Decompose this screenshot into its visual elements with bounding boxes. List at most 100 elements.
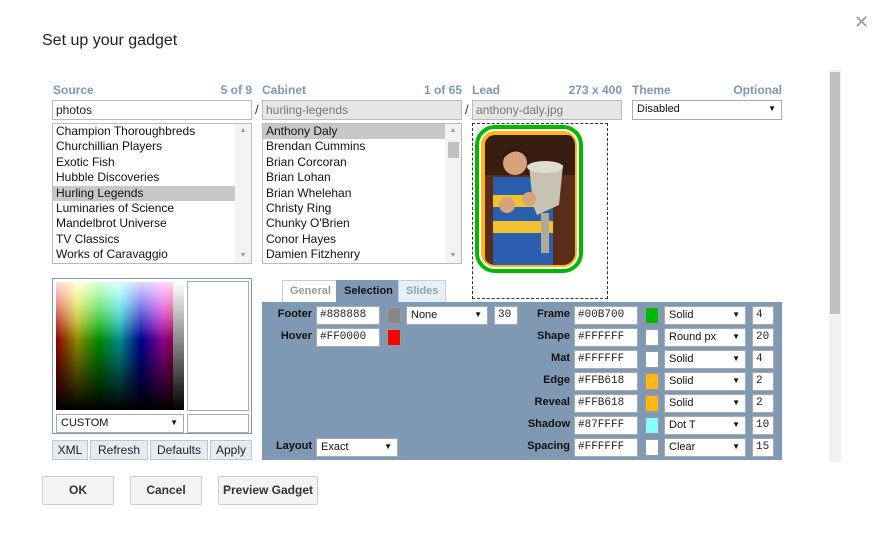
scrollbar-thumb[interactable] xyxy=(448,142,459,158)
cabinet-list-item[interactable]: Anthony Daly xyxy=(263,124,461,140)
spacing-style-select[interactable]: Clear ▼ xyxy=(664,438,746,457)
cabinet-list-item[interactable]: Damien Fitzhenry xyxy=(263,247,461,262)
reveal-style-value: Solid xyxy=(669,397,694,409)
hex-input[interactable] xyxy=(187,414,249,433)
mat-style-select[interactable]: Solid ▼ xyxy=(664,350,746,369)
source-list-item[interactable]: Works of Caravaggio xyxy=(53,247,251,262)
cabinet-list-item[interactable]: Conor Hayes xyxy=(263,232,461,247)
shape-number-input[interactable]: 20 xyxy=(752,328,774,347)
reveal-color-input[interactable]: #FFB618 xyxy=(574,394,638,413)
source-scrollbar[interactable]: ▲ ▼ xyxy=(235,124,251,263)
scroll-down-icon[interactable]: ▼ xyxy=(235,249,251,263)
frame-style-select[interactable]: Solid ▼ xyxy=(664,306,746,325)
scroll-up-icon[interactable]: ▲ xyxy=(445,124,461,138)
chevron-down-icon: ▼ xyxy=(732,442,740,451)
settings-panel: Footer #888888 None ▼ 30 Hover #FF0000 La… xyxy=(262,302,782,460)
cabinet-scrollbar[interactable]: ▲ ▼ xyxy=(445,124,461,263)
edge-swatch[interactable] xyxy=(645,373,659,390)
frame-swatch[interactable] xyxy=(645,307,659,324)
xml-button[interactable]: XML xyxy=(52,440,88,460)
edge-color-input[interactable]: #FFB618 xyxy=(574,372,638,391)
tab-general[interactable]: General xyxy=(282,280,339,302)
apply-button[interactable]: Apply xyxy=(210,440,252,460)
spacing-label: Spacing xyxy=(527,440,570,452)
spacing-color-input[interactable]: #FFFFFF xyxy=(574,438,638,457)
page-scrollbar-thumb[interactable] xyxy=(830,72,840,314)
color-preview xyxy=(187,281,249,411)
page-scrollbar[interactable] xyxy=(829,70,841,462)
cabinet-list[interactable]: Anthony Daly Brendan Cummins Brian Corcora… xyxy=(262,123,462,264)
source-list[interactable]: Champion Thoroughbreds Churchillian Playe… xyxy=(52,123,252,264)
cabinet-list-item[interactable]: Christy Ring xyxy=(263,201,461,216)
source-list-item[interactable]: Luminaries of Science xyxy=(53,201,251,216)
shape-style-select[interactable]: Round px ▼ xyxy=(664,328,746,347)
palette-select-value: CUSTOM xyxy=(61,417,109,429)
source-list-item[interactable]: Mandelbrot Universe xyxy=(53,216,251,231)
cabinet-list-item[interactable]: Brian Corcoran xyxy=(263,155,461,170)
mat-style-value: Solid xyxy=(669,353,694,365)
cancel-button[interactable]: Cancel xyxy=(130,476,202,505)
tab-selection[interactable]: Selection xyxy=(336,280,401,302)
spacing-number-input[interactable]: 15 xyxy=(752,438,774,457)
edge-number-input[interactable]: 2 xyxy=(752,372,774,391)
reveal-swatch[interactable] xyxy=(645,395,659,412)
source-input[interactable]: photos xyxy=(52,100,252,120)
source-list-item[interactable]: Hubble Discoveries xyxy=(53,170,251,185)
cabinet-list-item[interactable]: Chunky O'Brien xyxy=(263,216,461,231)
preview-gadget-button[interactable]: Preview Gadget xyxy=(218,476,318,505)
source-list-item[interactable]: Hurling Legends xyxy=(53,185,251,201)
theme-select[interactable]: Disabled ▼ xyxy=(632,100,782,120)
photo-frame xyxy=(475,125,583,273)
chevron-down-icon: ▼ xyxy=(732,398,740,407)
cabinet-list-item[interactable]: Brian Whelehan xyxy=(263,186,461,201)
mat-color-input[interactable]: #FFFFFF xyxy=(574,350,638,369)
mat-number-input[interactable]: 4 xyxy=(752,350,774,369)
mat-swatch[interactable] xyxy=(645,351,659,368)
lead-size: 273 x 400 xyxy=(568,83,622,97)
hover-swatch[interactable] xyxy=(387,329,401,346)
shape-color-input[interactable]: #FFFFFF xyxy=(574,328,638,347)
cabinet-list-item[interactable]: Brian Lohan xyxy=(263,170,461,185)
brightness-slider[interactable] xyxy=(173,282,184,410)
color-spectrum[interactable] xyxy=(56,282,184,410)
frame-color-input[interactable]: #00B700 xyxy=(574,306,638,325)
close-icon[interactable]: ✕ xyxy=(854,12,869,33)
scroll-up-icon[interactable]: ▲ xyxy=(235,124,251,138)
layout-select[interactable]: Exact ▼ xyxy=(316,438,398,457)
palette-select[interactable]: CUSTOM ▼ xyxy=(56,414,184,433)
lead-header: Lead xyxy=(472,83,501,97)
footer-style-select[interactable]: None ▼ xyxy=(406,306,488,325)
footer-color-input[interactable]: #888888 xyxy=(316,306,380,325)
cabinet-header: Cabinet xyxy=(262,83,307,97)
reveal-style-select[interactable]: Solid ▼ xyxy=(664,394,746,413)
tab-slides[interactable]: Slides xyxy=(398,280,447,302)
refresh-button[interactable]: Refresh xyxy=(90,440,148,460)
chevron-down-icon: ▼ xyxy=(384,442,392,451)
defaults-button[interactable]: Defaults xyxy=(150,440,208,460)
cabinet-input[interactable]: hurling-legends xyxy=(262,100,462,120)
chevron-down-icon: ▼ xyxy=(768,104,776,113)
shadow-swatch[interactable] xyxy=(645,417,659,434)
chevron-down-icon: ▼ xyxy=(732,354,740,363)
hover-color-input[interactable]: #FF0000 xyxy=(316,328,380,347)
shape-swatch[interactable] xyxy=(645,329,659,346)
source-list-item[interactable]: Champion Thoroughbreds xyxy=(53,124,251,139)
shadow-number-input[interactable]: 10 xyxy=(752,416,774,435)
ok-button[interactable]: OK xyxy=(42,476,114,505)
shadow-style-value: Dot T xyxy=(669,419,696,431)
source-list-item[interactable]: Exotic Fish xyxy=(53,155,251,170)
shadow-color-input[interactable]: #87FFFF xyxy=(574,416,638,435)
reveal-number-input[interactable]: 2 xyxy=(752,394,774,413)
frame-number-input[interactable]: 4 xyxy=(752,306,774,325)
theme-select-value: Disabled xyxy=(637,103,680,115)
source-list-item[interactable]: TV Classics xyxy=(53,232,251,247)
footer-swatch[interactable] xyxy=(387,307,401,324)
scroll-down-icon[interactable]: ▼ xyxy=(445,249,461,263)
shadow-style-select[interactable]: Dot T ▼ xyxy=(664,416,746,435)
lead-input[interactable]: anthony-daly.jpg xyxy=(472,100,622,120)
edge-style-select[interactable]: Solid ▼ xyxy=(664,372,746,391)
spacing-swatch[interactable] xyxy=(645,439,659,456)
cabinet-list-item[interactable]: Brendan Cummins xyxy=(263,139,461,154)
source-list-item[interactable]: Churchillian Players xyxy=(53,139,251,154)
frame-style-value: Solid xyxy=(669,309,694,321)
